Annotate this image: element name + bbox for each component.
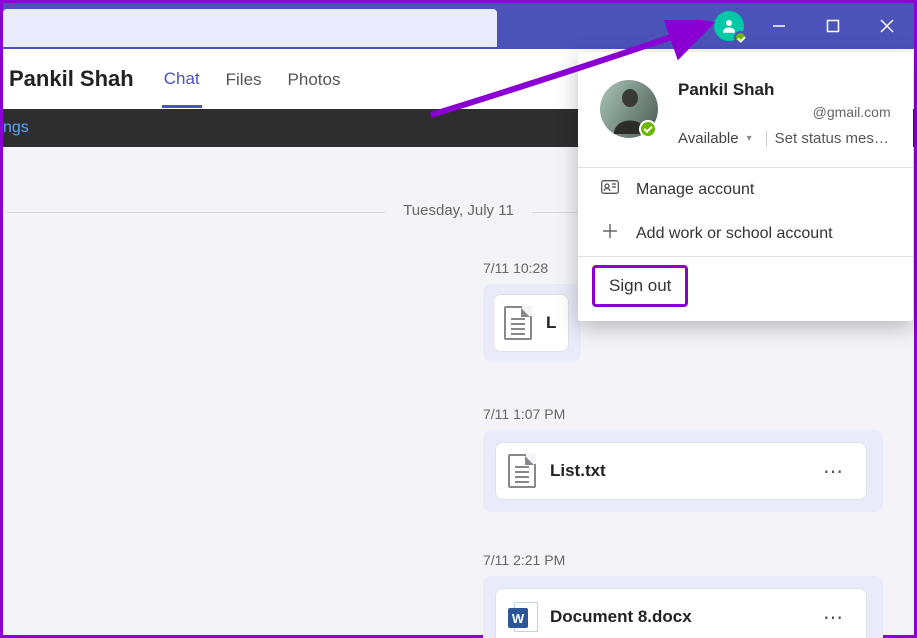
account-info: Pankil Shah @gmail.com Available ▾ Set s… (678, 80, 895, 147)
sign-out-label: Sign out (609, 276, 671, 295)
close-icon (880, 19, 894, 33)
account-status-row: Available ▾ Set status mess… (678, 130, 895, 147)
message-timestamp: 7/11 1:07 PM (483, 406, 883, 422)
file-name: Document 8.docx (550, 607, 817, 627)
set-status-message-button[interactable]: Set status mess… (775, 130, 895, 147)
text-file-icon (504, 306, 532, 340)
message-item: 7/11 10:28 L (483, 260, 581, 362)
plus-icon (600, 223, 620, 244)
message-item: 7/11 1:07 PM List.txt ⋯ (483, 406, 883, 512)
manage-account-item[interactable]: Manage account (578, 168, 913, 211)
vertical-divider (766, 131, 767, 147)
account-header: Pankil Shah @gmail.com Available ▾ Set s… (578, 52, 913, 167)
account-menu-popup: Pankil Shah @gmail.com Available ▾ Set s… (578, 52, 913, 321)
presence-badge-available-icon (734, 31, 747, 44)
file-more-button[interactable]: ⋯ (817, 455, 850, 488)
sign-out-row: Sign out (578, 257, 913, 317)
date-separator-text: Tuesday, July 11 (385, 202, 532, 219)
minimize-icon (772, 19, 786, 33)
tab-photos[interactable]: Photos (286, 52, 343, 106)
maximize-button[interactable] (806, 3, 860, 49)
sign-out-button[interactable]: Sign out (592, 265, 688, 307)
file-card[interactable]: List.txt ⋯ (495, 442, 867, 500)
file-name: List.txt (550, 461, 817, 481)
manage-account-label: Manage account (636, 181, 754, 199)
window-controls (752, 3, 914, 49)
add-account-item[interactable]: Add work or school account (578, 211, 913, 256)
message-timestamp: 7/11 2:21 PM (483, 552, 883, 568)
file-attachment-bubble: W Document 8.docx ⋯ (483, 576, 883, 638)
file-attachment-bubble: List.txt ⋯ (483, 430, 883, 512)
account-name: Pankil Shah (678, 80, 895, 100)
command-bar-region[interactable] (3, 9, 497, 47)
tab-files[interactable]: Files (224, 52, 264, 106)
more-options-button[interactable]: ⋯ (668, 3, 708, 49)
contact-name: Pankil Shah (9, 66, 134, 92)
app-window: ⋯ Pankil Shah Chat Files Photos ngs (0, 0, 917, 638)
tab-chat[interactable]: Chat (162, 51, 202, 108)
settings-banner-text: ngs (3, 119, 29, 137)
minimize-button[interactable] (752, 3, 806, 49)
account-email: @gmail.com (678, 104, 895, 120)
message-timestamp: 7/11 10:28 (483, 260, 581, 276)
presence-status-button[interactable]: Available (678, 130, 739, 147)
account-presence-badge-icon (639, 120, 657, 138)
close-button[interactable] (860, 3, 914, 49)
word-file-icon: W (508, 600, 536, 634)
file-card[interactable]: L (493, 294, 569, 352)
chevron-down-icon: ▾ (747, 133, 752, 144)
add-account-label: Add work or school account (636, 225, 833, 243)
text-file-icon (508, 454, 536, 488)
message-item: 7/11 2:21 PM W Document 8.docx ⋯ (483, 552, 883, 638)
file-name: L (546, 313, 558, 333)
id-card-icon (600, 180, 620, 199)
file-more-button[interactable]: ⋯ (817, 601, 850, 634)
maximize-icon (826, 19, 840, 33)
file-card[interactable]: W Document 8.docx ⋯ (495, 588, 867, 638)
title-bar: ⋯ (3, 3, 914, 49)
file-attachment-bubble: L (483, 284, 581, 362)
